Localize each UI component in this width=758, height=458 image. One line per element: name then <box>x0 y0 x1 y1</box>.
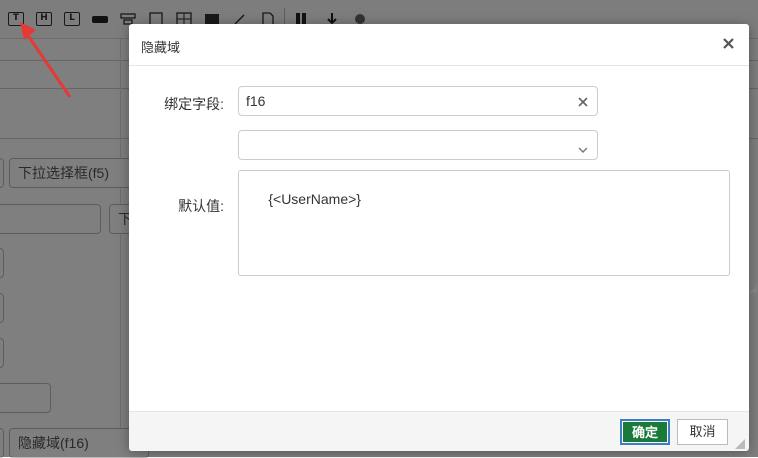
bind-field-label: 绑定字段: <box>164 96 224 112</box>
dialog-footer: 确定 取消 <box>129 411 749 451</box>
default-value-textarea[interactable]: {<UserName>} <box>238 170 758 294</box>
close-icon[interactable] <box>719 33 739 53</box>
clear-icon[interactable] <box>577 95 589 107</box>
bind-field-value: f16 <box>246 93 266 109</box>
field-select-dropdown[interactable] <box>238 130 598 160</box>
confirm-button[interactable]: 确定 <box>620 419 670 445</box>
bind-field-input[interactable]: f16 <box>238 86 598 116</box>
chevron-down-icon <box>578 141 588 153</box>
dialog-resize-icon[interactable] <box>735 437 745 449</box>
hidden-field-dialog: 隐藏域 绑定字段: f16 默认值: {<UserName>} 确定 取消 <box>129 24 758 451</box>
default-value-label: 默认值: <box>178 198 224 214</box>
dialog-title: 隐藏域 <box>141 40 181 55</box>
dialog-header: 隐藏域 <box>129 24 749 66</box>
dialog-body: 绑定字段: f16 默认值: {<UserName>} <box>129 66 758 411</box>
cancel-button[interactable]: 取消 <box>677 419 728 445</box>
default-value-text: {<UserName>} <box>268 191 361 207</box>
resize-grip-icon[interactable] <box>719 265 758 294</box>
